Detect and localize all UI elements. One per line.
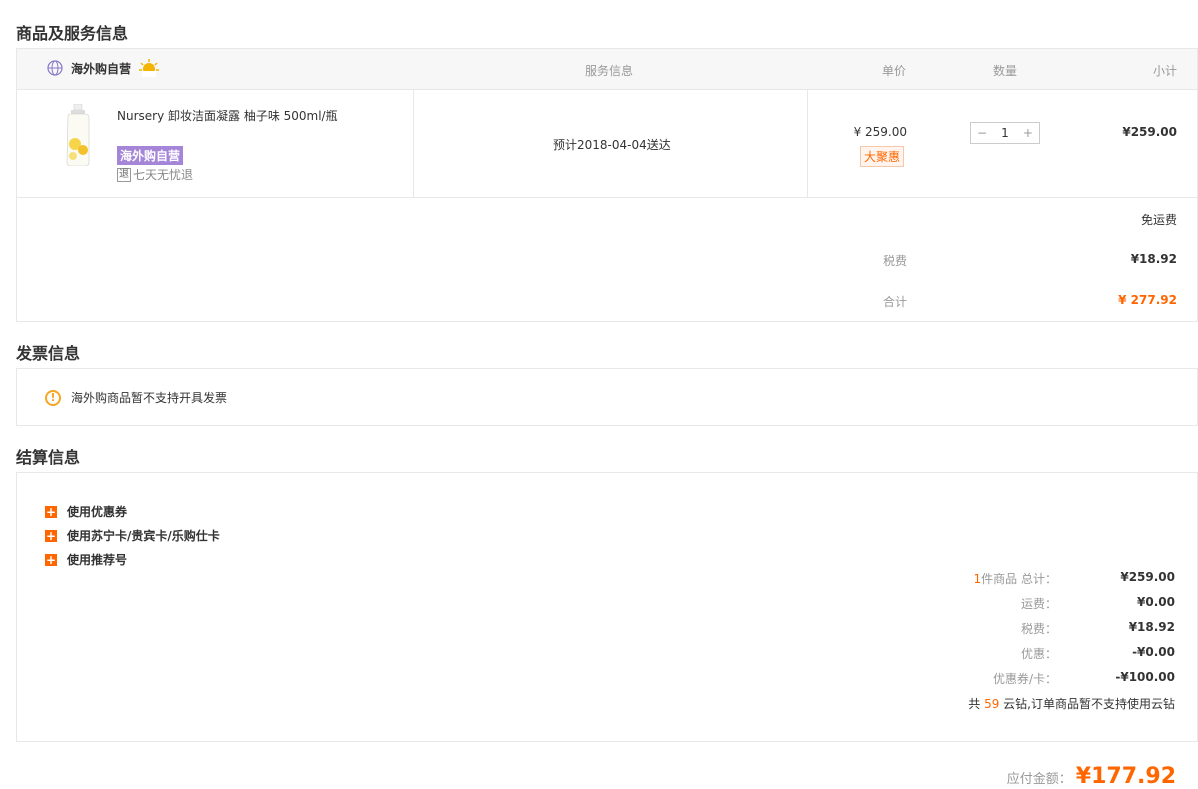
product-table: 海外购自营 服务信息 单价 数量 小计 Nursery 卸妆洁面凝露 柚子味 5…: [16, 48, 1198, 322]
unit-price: ¥ 259.00: [853, 125, 907, 139]
return-icon: 退: [117, 167, 131, 182]
invoice-section-title: 发票信息: [16, 344, 81, 363]
return-policy-label: 七天无忧退: [133, 168, 194, 182]
item-total-value: ¥259.00: [1120, 570, 1175, 584]
option-label: 使用优惠券: [67, 505, 128, 519]
column-divider: [413, 90, 414, 198]
plus-icon: +: [45, 504, 57, 519]
coin-suffix: 云钻,订单商品暂不支持使用云钻: [1003, 697, 1175, 711]
products-section-title: 商品及服务信息: [16, 24, 129, 43]
header-service: 服务信息: [585, 64, 634, 78]
invoice-notice: ! 海外购商品暂不支持开具发票: [45, 389, 227, 406]
header-subtotal: 小计: [1152, 64, 1177, 78]
warning-icon: !: [45, 389, 61, 406]
coupon-label: 优惠券/卡：: [992, 672, 1057, 686]
coin-prefix: 共: [968, 697, 981, 711]
store-label: 海外购自营: [47, 59, 160, 77]
settlement-box: + 使用优惠券 + 使用苏宁卡/贵宾卡/乐购仕卡 + 使用推荐号 1件商品 总计…: [16, 472, 1198, 742]
globe-icon: [47, 60, 63, 76]
header-unit-price: 单价: [882, 64, 907, 78]
invoice-notice-text: 海外购商品暂不支持开具发票: [71, 391, 228, 405]
settlement-section-title: 结算信息: [16, 448, 81, 467]
store-name: 海外购自营: [71, 61, 132, 76]
product-name[interactable]: Nursery 卸妆洁面凝露 柚子味 500ml/瓶: [117, 107, 338, 124]
increment-button[interactable]: +: [1023, 126, 1033, 140]
shipping-free: 免运费: [1140, 213, 1177, 227]
quantity-stepper: − 1 +: [970, 122, 1040, 144]
discount-value: -¥0.00: [1132, 645, 1175, 659]
use-referral-option[interactable]: + 使用推荐号: [45, 551, 127, 568]
use-card-option[interactable]: + 使用苏宁卡/贵宾卡/乐购仕卡: [45, 527, 220, 544]
shipping-label: 运费：: [1020, 597, 1057, 611]
total-label: 合计: [883, 295, 908, 309]
option-label: 使用推荐号: [67, 553, 128, 567]
use-coupon-option[interactable]: + 使用优惠券: [45, 503, 127, 520]
coin-count: 59: [984, 697, 1000, 711]
payable-amount: 应付金额： ¥177.92: [1007, 764, 1176, 789]
option-label: 使用苏宁卡/贵宾卡/乐购仕卡: [67, 529, 220, 543]
shipping-value: ¥0.00: [1137, 595, 1175, 609]
quantity-value[interactable]: 1: [1001, 126, 1009, 140]
item-subtotal: ¥259.00: [1122, 125, 1177, 139]
cloud-diamond-note: 共 59 云钻,订单商品暂不支持使用云钻: [968, 695, 1175, 712]
invoice-box: ! 海外购商品暂不支持开具发票: [16, 368, 1198, 426]
product-table-header: 海外购自营 服务信息 单价 数量 小计: [17, 49, 1197, 90]
tax-value: ¥18.92: [1130, 252, 1177, 266]
sun-badge-icon: [139, 59, 160, 77]
discount-label: 优惠：: [1020, 647, 1057, 661]
tax-label: 税费: [883, 254, 908, 268]
delivery-estimate: 预计2018-04-04送达: [553, 138, 671, 152]
total-value: ¥ 277.92: [1118, 293, 1177, 307]
product-row: Nursery 卸妆洁面凝露 柚子味 500ml/瓶 海外购自营 退 七天无忧退…: [17, 90, 1197, 198]
plus-icon: +: [45, 528, 57, 543]
header-quantity: 数量: [993, 64, 1018, 78]
payable-label: 应付金额：: [1006, 772, 1072, 787]
settle-tax-value: ¥18.92: [1128, 620, 1175, 634]
settle-tax-label: 税费：: [1020, 622, 1057, 636]
return-policy: 退 七天无忧退: [117, 166, 193, 183]
payable-value: ¥177.92: [1075, 764, 1176, 789]
coupon-value: -¥100.00: [1115, 670, 1175, 684]
item-total-label: 1件商品 总计：: [974, 570, 1057, 587]
decrement-button[interactable]: −: [977, 126, 987, 140]
product-image[interactable]: [61, 104, 97, 166]
item-total-text: 件商品 总计：: [981, 572, 1057, 586]
plus-icon: +: [45, 552, 57, 567]
column-divider: [807, 90, 808, 198]
promo-badge: 大聚惠: [860, 146, 905, 167]
self-operated-tag: 海外购自营: [117, 146, 184, 165]
